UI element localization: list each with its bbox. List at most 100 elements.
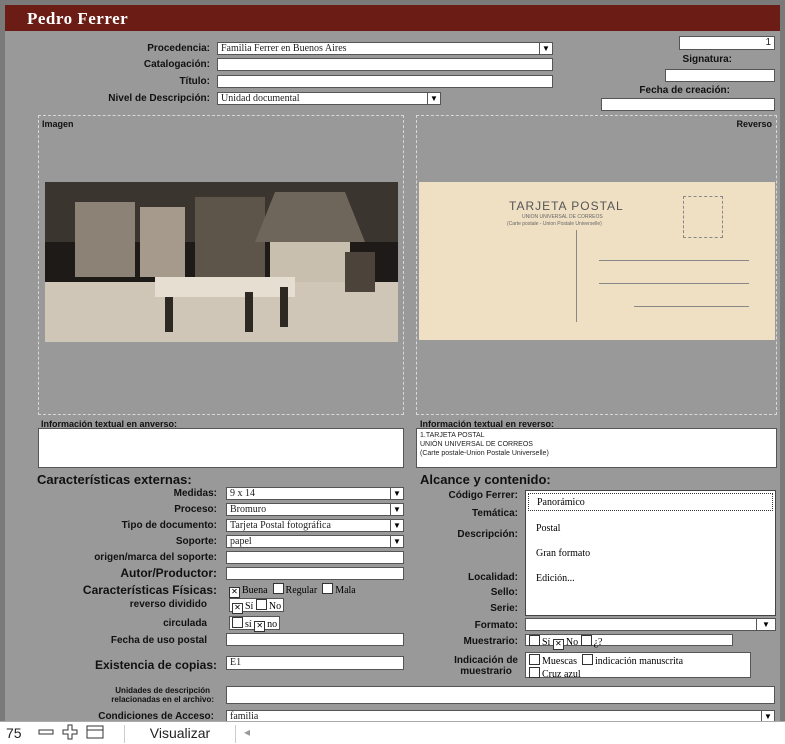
medidas-field[interactable]: 9 x 14 ▼ <box>226 487 404 500</box>
unidades-field[interactable] <box>226 686 775 704</box>
reverso-line-2: UNIÓN UNIVERSAL DE CORREOS <box>420 441 533 448</box>
zoom-level[interactable]: 75 <box>6 725 22 741</box>
checkbox-checked-icon[interactable]: ✕ <box>552 639 564 650</box>
zoom-out-icon[interactable] <box>38 724 54 743</box>
checkbox-icon[interactable] <box>580 635 592 646</box>
soporte-field[interactable]: papel ▼ <box>226 535 404 548</box>
reverso-dividido-no[interactable]: No <box>255 599 281 612</box>
checkbox-icon[interactable] <box>272 583 284 594</box>
condiciones-field[interactable]: familia ▼ <box>226 710 775 721</box>
existencia-value: E1 <box>230 657 242 668</box>
procedencia-field[interactable]: Familia Ferrer en Buenos Aires ▼ <box>217 42 553 55</box>
card-sub2: (Carte postale - Union Postale Universel… <box>507 221 602 227</box>
condiciones-value: familia <box>230 711 259 721</box>
nivel-field[interactable]: Unidad documental ▼ <box>217 92 441 105</box>
formato-label: Formato: <box>474 620 518 631</box>
fecha-uso-label: Fecha de uso postal <box>110 635 207 646</box>
fisicas-regular[interactable]: Regular <box>272 583 317 596</box>
alcance-title: Alcance y contenido: <box>420 472 551 487</box>
fisicas-buena[interactable]: ✕ Buena <box>229 585 268 598</box>
tipo-field[interactable]: Tarjeta Postal fotográfica ▼ <box>226 519 404 532</box>
chevron-down-icon[interactable]: ▼ <box>539 43 552 54</box>
circulada-no[interactable]: ✕ no <box>254 619 277 632</box>
existencia-field[interactable]: E1 <box>226 656 404 670</box>
record-number-field[interactable]: 1 <box>679 36 775 50</box>
scroll-left-icon[interactable]: ◂ <box>244 725 250 739</box>
chevron-down-icon[interactable]: ▼ <box>390 504 403 515</box>
signatura-field[interactable] <box>665 69 775 82</box>
formato-field[interactable]: ▼ <box>525 618 776 631</box>
reverso-line-3: (Carte postale-Union Postale Universelle… <box>420 450 549 457</box>
muestrario-no[interactable]: ✕ No <box>552 637 578 650</box>
imagen-label: Imagen <box>42 119 74 129</box>
indicacion-label: Indicación de muestrario <box>454 655 518 677</box>
indicacion-label-line1: Indicación de <box>454 655 518 666</box>
tematica-label: Temática: <box>472 508 518 519</box>
checkbox-icon[interactable] <box>322 583 334 594</box>
codigo-label: Código Ferrer: <box>448 490 518 501</box>
layout-header: Pedro Ferrer <box>5 5 780 31</box>
circulada-options: sí ✕ no <box>229 616 281 632</box>
reverso-text-field[interactable]: 1.TARJETA POSTAL UNIÓN UNIVERSAL DE CORR… <box>416 428 777 468</box>
chevron-down-icon[interactable]: ▼ <box>427 93 440 104</box>
checkbox-icon[interactable] <box>529 667 540 678</box>
indicacion-label-line2: muestrario <box>460 666 512 677</box>
unidades-label-line2: relacionadas en el archivo: <box>111 695 214 704</box>
checkbox-icon[interactable] <box>529 654 540 665</box>
chevron-down-icon[interactable]: ▼ <box>756 619 775 630</box>
reverso-dividido-label: reverso dividido <box>129 599 207 610</box>
nivel-value: Unidad documental <box>221 93 300 104</box>
address-line-2 <box>599 283 749 284</box>
procedencia-label: Procedencia: <box>147 43 210 54</box>
address-line-1 <box>599 260 749 261</box>
chevron-down-icon[interactable]: ▼ <box>390 536 403 547</box>
checkbox-icon[interactable] <box>232 617 243 628</box>
soporte-label: Soporte: <box>175 536 217 547</box>
origen-field[interactable] <box>226 551 404 564</box>
formato-dropdown-list[interactable]: Panorámico Postal Gran formato Edición..… <box>525 490 776 616</box>
mode-button[interactable]: Visualizar <box>124 725 236 743</box>
checkbox-checked-icon[interactable]: ✕ <box>232 603 243 614</box>
checkbox-checked-icon[interactable]: ✕ <box>254 621 266 632</box>
checkbox-icon[interactable] <box>529 635 540 646</box>
fisicas-mala[interactable]: Mala <box>322 583 356 596</box>
layout-mode-icon[interactable] <box>86 724 104 743</box>
indicacion-muescas[interactable]: Muescas <box>529 654 577 667</box>
reverso-dividido-si[interactable]: ✕ Sí <box>232 601 253 614</box>
fecha-uso-field[interactable] <box>226 633 404 646</box>
card-divider <box>576 230 577 322</box>
checkbox-icon[interactable] <box>582 654 593 665</box>
chevron-down-icon[interactable]: ▼ <box>390 488 403 499</box>
formato-option-postal[interactable]: Postal <box>536 523 560 534</box>
chevron-down-icon[interactable]: ▼ <box>761 711 774 721</box>
catalogacion-field[interactable] <box>217 58 553 71</box>
formato-option-gran-formato[interactable]: Gran formato <box>536 548 590 559</box>
reverso-dividido-options: ✕ Sí No <box>229 598 285 614</box>
muestrario-unknown[interactable]: ¿? <box>580 635 602 648</box>
circulada-label: circulada <box>163 618 207 629</box>
anverso-text-field[interactable] <box>38 428 404 468</box>
status-bar: 75 Visualizar ◂ <box>0 721 785 744</box>
imagen-panel: Imagen <box>38 115 404 415</box>
circulada-si[interactable]: sí <box>232 617 252 630</box>
fecha-creacion-field[interactable] <box>601 98 775 111</box>
origen-label: origen/marca del soporte: <box>94 552 217 563</box>
indicacion-cruz-azul[interactable]: Cruz azul <box>529 667 581 680</box>
indicacion-options: Muescas indicación manuscrita Cruz azul <box>525 652 751 680</box>
formato-option-edicion[interactable]: Edición... <box>536 573 575 584</box>
proceso-field[interactable]: Bromuro ▼ <box>226 503 404 516</box>
indicacion-manuscrita[interactable]: indicación manuscrita <box>582 654 683 667</box>
chevron-down-icon[interactable]: ▼ <box>390 520 403 531</box>
card-title: TARJETA POSTAL <box>509 199 624 213</box>
formato-option-panoramico[interactable]: Panorámico <box>528 493 773 511</box>
zoom-in-icon[interactable] <box>62 724 78 743</box>
autor-field[interactable] <box>226 567 404 580</box>
muestrario-si[interactable]: Sí <box>529 635 550 648</box>
titulo-field[interactable] <box>217 75 553 88</box>
checkbox-icon[interactable] <box>255 599 267 610</box>
unidades-label-line1: Unidades de descripción <box>115 686 210 695</box>
checkbox-checked-icon[interactable]: ✕ <box>229 587 240 598</box>
reverso-line-1: 1.TARJETA POSTAL <box>420 432 485 439</box>
card-sub1: UNION UNIVERSAL DE CORREOS <box>522 214 603 220</box>
reverso-panel: Reverso TARJETA POSTAL UNION UNIVERSAL D… <box>416 115 777 415</box>
